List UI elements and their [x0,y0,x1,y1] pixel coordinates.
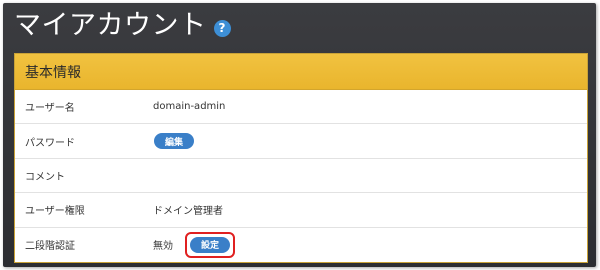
user-role-label: ユーザー権限 [25,206,85,218]
row-comment: コメント [15,159,587,194]
two-factor-label: 二段階認証 [25,241,75,253]
comment-label: コメント [25,171,65,183]
username-value: domain-admin [153,101,226,113]
setup-button-highlight: 設定 [185,231,236,258]
row-username: ユーザー名 domain-admin [15,90,587,125]
username-label: ユーザー名 [25,103,75,115]
two-factor-status: 無効 [153,241,173,253]
password-value: 編集 [153,133,195,150]
info-rows: ユーザー名 domain-admin パスワード 編集 コメント ユーザー権限 … [15,90,587,262]
setup-two-factor-button[interactable]: 設定 [190,236,231,253]
row-password: パスワード 編集 [15,124,587,159]
user-role-value: ドメイン管理者 [153,206,223,218]
panel-header-title: 基本情報 [25,64,81,81]
title-row: マイアカウント ? [14,9,231,43]
password-label: パスワード [25,137,75,149]
edit-password-button[interactable]: 編集 [154,133,195,150]
row-two-factor: 二段階認証 無効 設定 [15,228,587,262]
account-window: マイアカウント ? 基本情報 ユーザー名 domain-admin パスワード … [3,3,596,267]
basic-info-panel: 基本情報 ユーザー名 domain-admin パスワード 編集 コメント ユー… [14,53,588,263]
two-factor-value: 無効 設定 [153,231,236,258]
row-user-role: ユーザー権限 ドメイン管理者 [15,193,587,228]
page-title: マイアカウント [14,10,207,41]
panel-header: 基本情報 [15,54,587,90]
help-icon[interactable]: ? [213,19,231,37]
